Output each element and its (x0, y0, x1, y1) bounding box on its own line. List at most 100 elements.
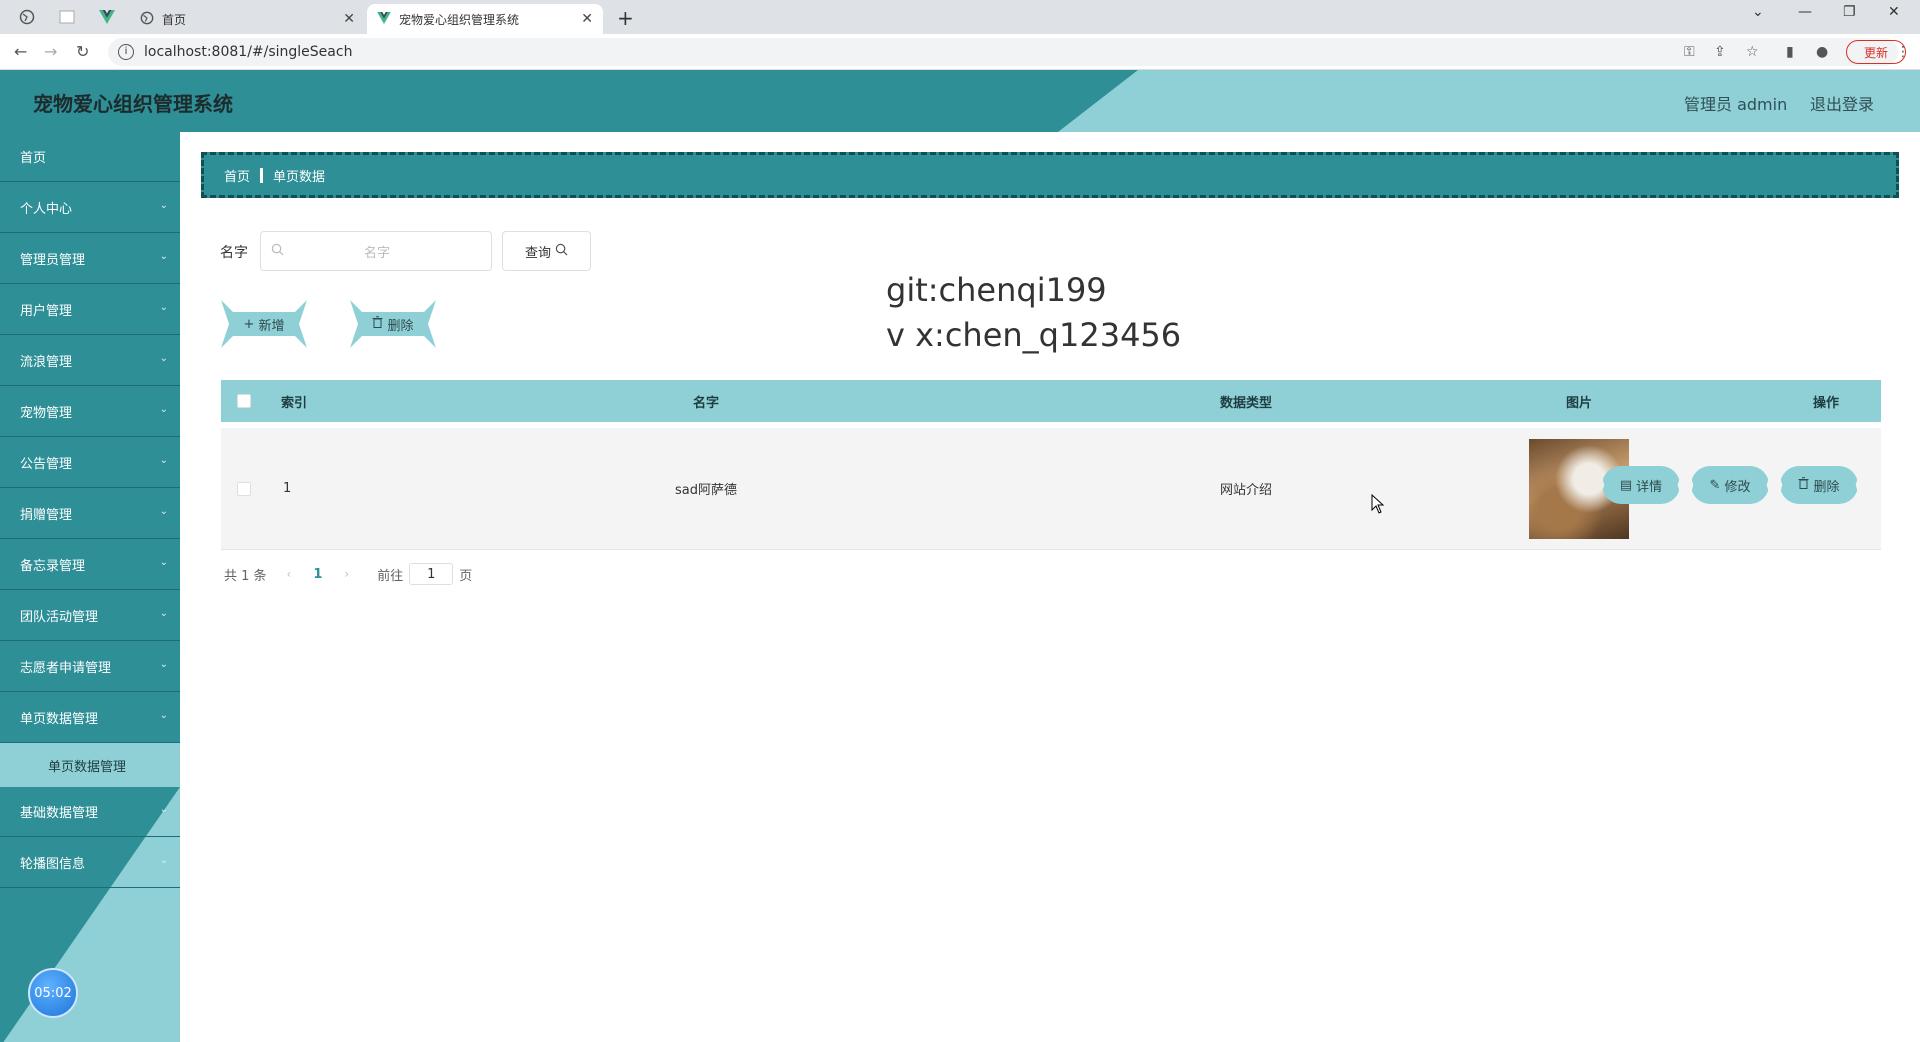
query-button-label: 查询 (524, 245, 551, 261)
back-icon[interactable]: ← (14, 42, 27, 61)
sidebar-item-label: 管理员管理 (20, 253, 86, 268)
chevron-down-icon: ⌄ (159, 557, 168, 568)
header-decoration (1058, 70, 1920, 132)
sidebar-item-team-activities[interactable]: 团队活动管理 ⌄ (0, 591, 180, 641)
chevron-down-icon: ⌄ (159, 659, 168, 670)
chevron-down-icon[interactable]: ⌄ (1752, 4, 1764, 20)
sidebar-item-basic-data[interactable]: 基础数据管理 ⌄ (0, 787, 180, 837)
tab-title: 首页 (162, 12, 187, 27)
forward-icon[interactable]: → (44, 42, 57, 61)
chevron-down-icon: ⌄ (159, 455, 168, 466)
column-header-type: 数据类型 (1219, 395, 1272, 411)
sidebar-item-stray[interactable]: 流浪管理 ⌄ (0, 336, 180, 386)
cell-index: 1 (283, 481, 292, 496)
submenu-item-single-page-data[interactable]: 单页数据管理 (0, 743, 180, 787)
sidebar-item-label: 宠物管理 (20, 406, 73, 421)
sidebar-item-home[interactable]: 首页 (0, 132, 180, 182)
table-header: 索引 名字 数据类型 图片 操作 (221, 380, 1881, 422)
chevron-down-icon: ⌄ (159, 855, 168, 866)
blank-page-icon[interactable] (54, 6, 80, 28)
breadcrumb: 首页 单页数据 (201, 152, 1899, 198)
search-icon (271, 243, 284, 260)
chevron-left-icon[interactable]: ‹ (287, 567, 292, 581)
sidebar-item-label: 轮播图信息 (20, 857, 86, 872)
url-text: localhost:8081/#/singleSeach (144, 44, 353, 60)
site-info-icon[interactable]: i (118, 44, 134, 60)
new-tab-icon[interactable]: + (617, 6, 634, 30)
sidebar-item-label: 单页数据管理 (20, 712, 99, 727)
chevron-down-icon: ⌄ (159, 200, 168, 211)
sidebar-item-label: 流浪管理 (20, 355, 73, 370)
delete-button[interactable]: 删除 (350, 300, 436, 348)
breadcrumb-current: 单页数据 (273, 169, 326, 185)
goto-page-input[interactable]: 1 (409, 563, 454, 585)
reload-icon[interactable]: ↻ (76, 42, 89, 61)
delete-button-label: 删除 (387, 318, 414, 334)
sidebar-item-admin[interactable]: 管理员管理 ⌄ (0, 234, 180, 284)
logout-link[interactable]: 退出登录 (1810, 91, 1874, 115)
url-field[interactable]: i localhost:8081/#/singleSeach (108, 38, 1898, 66)
minimize-icon[interactable]: — (1798, 4, 1812, 20)
detail-button-label: 详情 (1636, 479, 1663, 495)
chevron-down-icon: ⌄ (159, 506, 168, 517)
app-title: 宠物爱心组织管理系统 (33, 92, 233, 116)
current-user: 管理员 admin (1684, 95, 1788, 114)
pagination-current-page[interactable]: 1 (313, 567, 322, 582)
sidebar-item-volunteers[interactable]: 志愿者申请管理 ⌄ (0, 642, 180, 692)
profile-icon[interactable]: ● (1816, 44, 1828, 60)
address-bar: ← → ↻ i localhost:8081/#/singleSeach ⚿ ⇪… (0, 34, 1920, 70)
tab-home[interactable]: 首页 ✕ (130, 4, 365, 34)
browser-tab-strip: 首页 ✕ 宠物爱心组织管理系统 ✕ + ⌄ — ❐ ✕ (0, 0, 1920, 34)
sidebar-item-users[interactable]: 用户管理 ⌄ (0, 285, 180, 335)
sidebar-item-label: 首页 (20, 151, 47, 166)
select-all-checkbox[interactable] (237, 380, 251, 422)
vue-logo-icon[interactable] (94, 6, 120, 28)
sidebar-item-pets[interactable]: 宠物管理 ⌄ (0, 387, 180, 437)
restore-icon[interactable]: ❐ (1843, 4, 1856, 20)
sidepanel-icon[interactable]: ▮ (1786, 44, 1794, 60)
breadcrumb-home[interactable]: 首页 (224, 166, 250, 185)
query-button[interactable]: 查询 (502, 231, 591, 271)
close-icon[interactable]: ✕ (581, 11, 593, 27)
sidebar-item-single-page[interactable]: 单页数据管理 ⌄ (0, 693, 180, 743)
add-button-label: 新增 (258, 318, 285, 334)
sidebar-item-profile[interactable]: 个人中心 ⌄ (0, 183, 180, 233)
app-header: 宠物爱心组织管理系统 管理员 admin 退出登录 (0, 70, 1920, 132)
vue-logo-icon (377, 11, 391, 27)
update-button[interactable]: 更新 (1846, 40, 1906, 64)
star-icon[interactable]: ☆ (1746, 44, 1759, 60)
sidebar-item-memos[interactable]: 备忘录管理 ⌄ (0, 540, 180, 590)
globe-icon[interactable] (14, 6, 40, 28)
tab-active[interactable]: 宠物爱心组织管理系统 ✕ (367, 4, 603, 34)
search-input[interactable]: 名字 (260, 231, 492, 271)
detail-button[interactable]: ▤ 详情 (1602, 466, 1680, 504)
sidebar-item-label: 团队活动管理 (20, 610, 99, 625)
timer-badge[interactable]: 05:02 (28, 968, 78, 1018)
column-header-index: 索引 (281, 395, 308, 411)
chevron-down-icon: ⌄ (159, 404, 168, 415)
table-row: 1 sad阿萨德 网站介绍 ▤ 详情 ✎ 修改 删除 (221, 428, 1881, 550)
sidebar-item-label: 备忘录管理 (20, 559, 86, 574)
sidebar-item-donations[interactable]: 捐赠管理 ⌄ (0, 489, 180, 539)
sidebar-item-notices[interactable]: 公告管理 ⌄ (0, 438, 180, 488)
row-delete-button-label: 删除 (1813, 479, 1840, 495)
close-icon[interactable]: ✕ (343, 11, 355, 27)
plus-icon: + (243, 316, 255, 332)
add-button[interactable]: + 新增 (221, 300, 307, 348)
edit-button[interactable]: ✎ 修改 (1691, 466, 1769, 504)
watermark-line: v x:chen_q123456 (886, 316, 1182, 354)
row-delete-button[interactable]: 删除 (1780, 466, 1858, 504)
sidebar: 首页 个人中心 ⌄ 管理员管理 ⌄ 用户管理 ⌄ 流浪管理 ⌄ 宠物管理 ⌄ 公… (0, 132, 180, 1042)
trash-icon (372, 316, 383, 332)
column-header-image: 图片 (1565, 395, 1592, 411)
search-label: 名字 (220, 245, 248, 261)
goto-label: 前往 (377, 568, 404, 584)
key-icon[interactable]: ⚿ (1684, 44, 1695, 60)
share-icon[interactable]: ⇪ (1714, 44, 1726, 60)
chevron-right-icon[interactable]: › (344, 567, 349, 581)
sidebar-item-label: 用户管理 (20, 304, 73, 319)
sidebar-item-carousel[interactable]: 轮播图信息 ⌄ (0, 838, 180, 888)
chevron-down-icon: ⌄ (159, 302, 168, 313)
row-checkbox[interactable] (237, 428, 251, 549)
close-window-icon[interactable]: ✕ (1888, 4, 1900, 20)
